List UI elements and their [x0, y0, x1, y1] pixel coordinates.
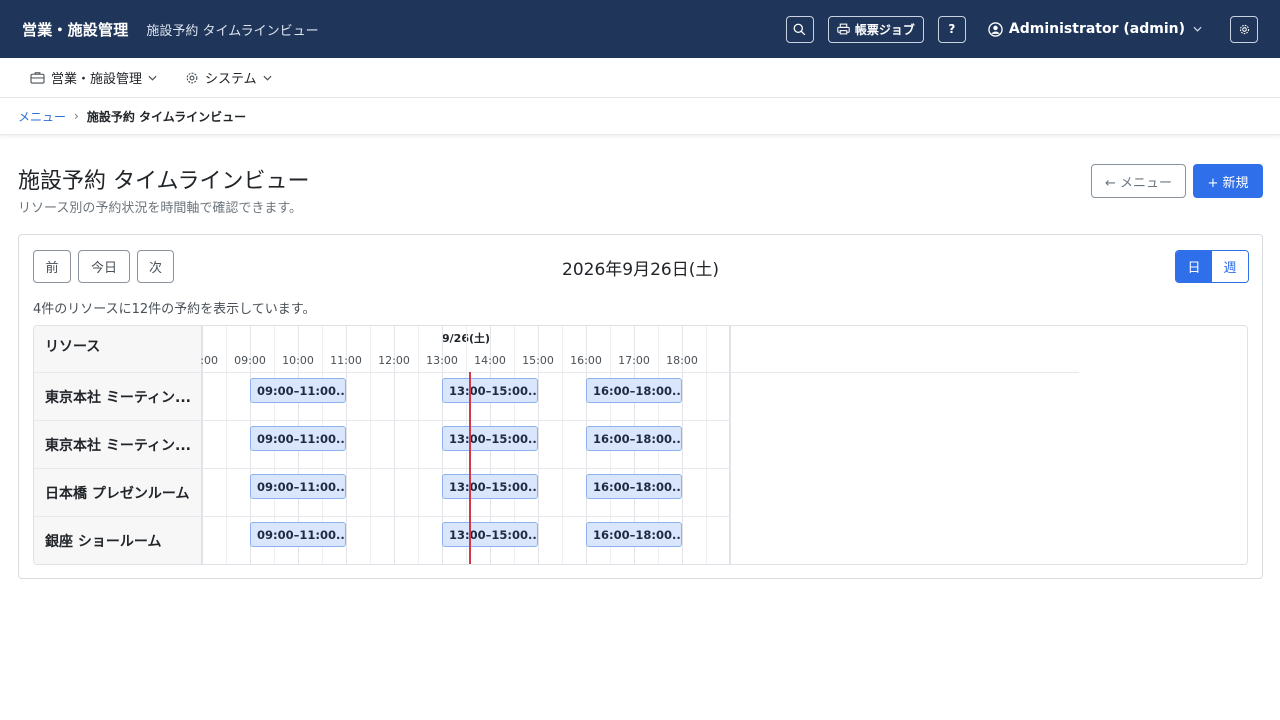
view-day-button[interactable]: 日 — [1176, 251, 1212, 282]
search-icon — [793, 23, 806, 35]
printer-icon — [837, 23, 850, 35]
hour-label: 14:00 — [474, 354, 506, 367]
booking-block[interactable]: 09:00–11:00... — [250, 426, 346, 451]
breadcrumb-current: 施設予約 タイムラインビュー — [86, 109, 247, 124]
breadcrumb-separator: › — [74, 109, 79, 123]
view-toggle: 日 週 — [1175, 250, 1249, 283]
chevron-down-icon — [263, 75, 272, 81]
booking-block[interactable]: 09:00–11:00... — [250, 522, 346, 547]
breadcrumb-menu-link[interactable]: メニュー — [18, 108, 66, 125]
date-heading: 2026年9月26日(土) — [562, 260, 719, 280]
briefcase-icon — [30, 72, 45, 84]
main-menu-bar: 営業・施設管理 システム — [0, 58, 1280, 98]
booking-block[interactable]: 09:00–11:00... — [250, 474, 346, 499]
resource-row-name: 東京本社 ミーティン... — [34, 372, 202, 420]
hour-label: 15:00 — [522, 354, 554, 367]
user-name: Administrator (admin) — [1008, 21, 1185, 37]
view-week-button[interactable]: 週 — [1212, 251, 1248, 282]
booking-block[interactable]: 16:00–18:00... — [586, 522, 682, 547]
booking-block[interactable]: 16:00–18:00... — [586, 426, 682, 451]
menu-sales-facilities[interactable]: 営業・施設管理 — [30, 68, 163, 87]
help-button[interactable]: ? — [937, 15, 966, 43]
resource-row-name: 日本橋 プレゼンルーム — [34, 468, 202, 516]
current-time-line — [469, 372, 471, 564]
search-button[interactable] — [785, 15, 814, 43]
menu-sales-facilities-label: 営業・施設管理 — [51, 72, 143, 87]
row-divider — [202, 516, 730, 517]
app-subtitle: 施設予約 タイムラインビュー — [146, 23, 319, 39]
user-circle-icon — [988, 21, 1003, 37]
booking-block[interactable]: 13:00–15:00... — [442, 474, 538, 499]
hour-label: 09:00 — [234, 354, 266, 367]
row-divider — [202, 468, 730, 469]
booking-block[interactable]: 16:00–18:00... — [586, 378, 682, 403]
top-navbar: 営業・施設管理 施設予約 タイムラインビュー 帳票ジョブ ? Administr… — [0, 0, 1280, 58]
grid-line — [730, 326, 731, 564]
hour-label: 18:00 — [666, 354, 698, 367]
resource-column: リソース 東京本社 ミーティン... 東京本社 ミーティン... 日本橋 プレゼ… — [34, 326, 202, 564]
booking-block[interactable]: 09:00–11:00... — [250, 378, 346, 403]
timeline-card: 前 今日 次 2026年9月26日(土) 日 週 4件のリソースに12件の予約を… — [18, 234, 1263, 579]
hour-label: :00 — [200, 354, 218, 367]
hour-label: 17:00 — [618, 354, 650, 367]
resource-header: リソース — [45, 339, 101, 355]
app-brand[interactable]: 営業・施設管理 — [22, 19, 128, 40]
hour-label: 16:00 — [570, 354, 602, 367]
row-divider — [202, 420, 730, 421]
report-jobs-button[interactable]: 帳票ジョブ — [827, 15, 924, 43]
menu-system[interactable]: システム — [185, 68, 278, 87]
report-jobs-label: 帳票ジョブ — [854, 22, 915, 37]
hour-label: 10:00 — [282, 354, 314, 367]
resource-row-name: 銀座 ショールーム — [34, 516, 202, 564]
hour-label: 12:00 — [378, 354, 410, 367]
settings-button[interactable] — [1230, 15, 1258, 43]
booking-block[interactable]: 13:00–15:00... — [442, 378, 538, 403]
hour-label: 13:00 — [426, 354, 458, 367]
timeline-grid: リソース 東京本社 ミーティン... 東京本社 ミーティン... 日本橋 プレゼ… — [33, 325, 1248, 565]
page-title: 施設予約 タイムラインビュー — [18, 169, 310, 194]
breadcrumb: メニュー › 施設予約 タイムラインビュー — [0, 98, 1280, 135]
page-description: リソース別の予約状況を時間軸で確認できます。 — [18, 201, 303, 216]
back-to-menu-button[interactable]: ← メニュー — [1091, 164, 1186, 198]
user-menu[interactable]: Administrator (admin) — [988, 21, 1208, 37]
row-divider — [202, 372, 730, 373]
booking-block[interactable]: 13:00–15:00... — [442, 426, 538, 451]
timeline-area: 9/26(土) :0009:0010:0011:0012:0013:0014:0… — [200, 326, 731, 564]
chevron-down-icon — [1193, 26, 1202, 32]
booking-block[interactable]: 16:00–18:00... — [586, 474, 682, 499]
resource-row-name: 東京本社 ミーティン... — [34, 420, 202, 468]
new-reservation-button[interactable]: + 新規 — [1193, 164, 1263, 198]
gear-icon — [1239, 24, 1249, 34]
chevron-down-icon — [148, 75, 157, 81]
gear-icon — [186, 72, 198, 83]
hour-label: 11:00 — [330, 354, 362, 367]
booking-block[interactable]: 13:00–15:00... — [442, 522, 538, 547]
menu-system-label: システム — [205, 72, 257, 87]
grid-line — [706, 326, 707, 564]
summary-text: 4件のリソースに12件の予約を表示しています。 — [33, 302, 316, 317]
